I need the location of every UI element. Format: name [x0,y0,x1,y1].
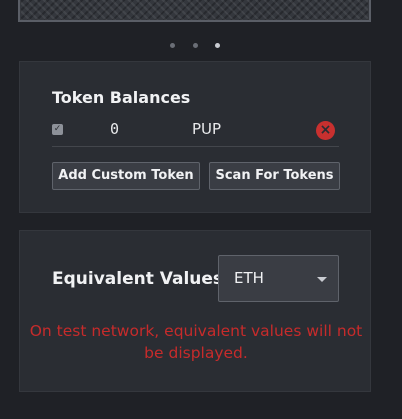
chevron-down-icon [317,277,327,282]
currency-select[interactable]: ETH [218,255,339,302]
equivalent-values-panel: Equivalent Values ETH On test network, e… [19,230,371,392]
currency-select-value: ETH [234,269,264,287]
close-circle-icon[interactable]: × [316,121,335,140]
qr-code-strip [18,0,371,22]
token-symbol: PUP [192,120,222,138]
equivalent-values-title: Equivalent Values [52,269,224,289]
carousel-dot[interactable] [192,43,198,48]
add-custom-token-button[interactable]: Add Custom Token [52,162,200,190]
token-balances-panel: Token Balances ✓ 0 PUP × Add Custom Toke… [19,61,371,213]
token-balance: 0 [110,120,120,138]
scan-for-tokens-button[interactable]: Scan For Tokens [209,162,340,190]
token-balances-title: Token Balances [52,88,191,107]
carousel-dot-active[interactable] [214,43,220,48]
token-row: ✓ 0 PUP × [52,120,339,147]
carousel-dot[interactable] [170,43,176,48]
carousel-dots [0,33,390,52]
test-network-warning: On test network, equivalent values will … [29,322,363,362]
token-checkbox[interactable]: ✓ [52,124,63,135]
